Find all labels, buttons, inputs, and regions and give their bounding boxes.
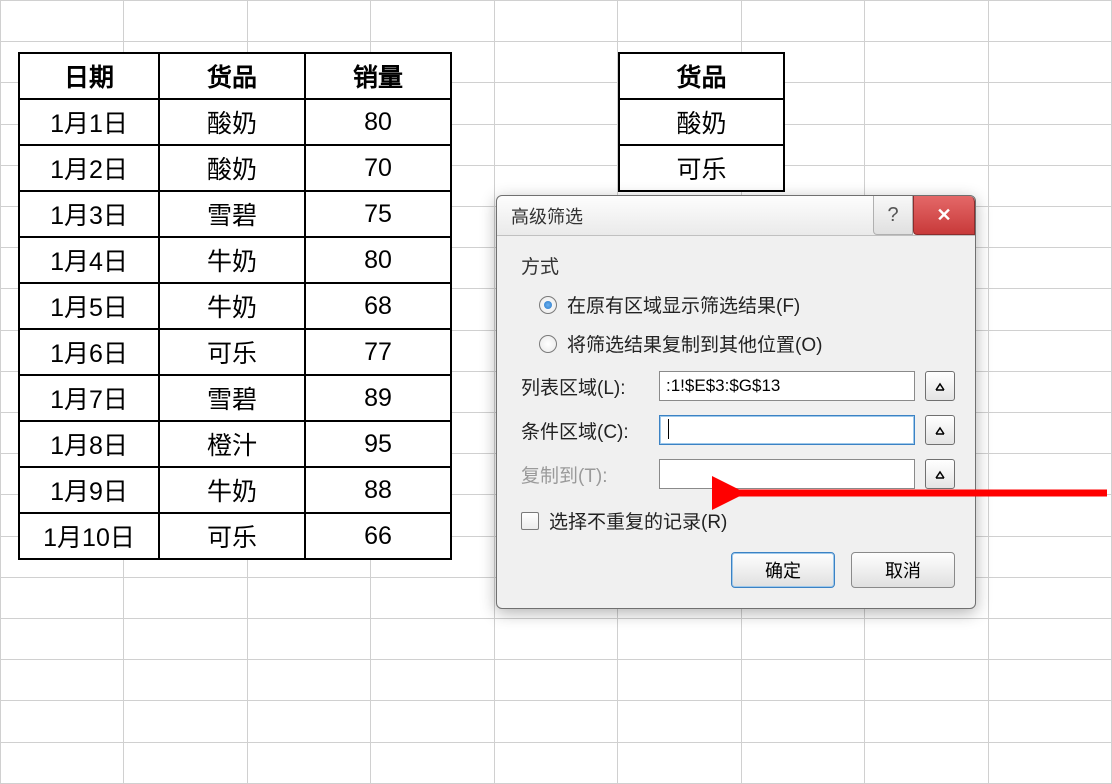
table-cell[interactable]: 95: [305, 421, 451, 467]
table-cell[interactable]: 1月8日: [19, 421, 159, 467]
copy-to-label: 复制到(T):: [521, 461, 649, 488]
list-range-label: 列表区域(L):: [521, 373, 649, 400]
mode-group-label: 方式: [521, 252, 955, 279]
unique-records-checkbox[interactable]: 选择不重复的记录(R): [521, 507, 955, 534]
table-cell[interactable]: 1月2日: [19, 145, 159, 191]
table-row[interactable]: 1月1日酸奶80: [19, 99, 451, 145]
criteria-range-input[interactable]: [659, 415, 915, 445]
table-cell[interactable]: 酸奶: [619, 99, 784, 145]
table-cell[interactable]: 1月7日: [19, 375, 159, 421]
table-cell[interactable]: 1月6日: [19, 329, 159, 375]
table-cell[interactable]: 1月1日: [19, 99, 159, 145]
table-cell[interactable]: 77: [305, 329, 451, 375]
help-icon: ?: [887, 204, 898, 227]
table-cell[interactable]: 雪碧: [159, 191, 305, 237]
copy-to-picker[interactable]: [925, 459, 955, 489]
table-cell[interactable]: 89: [305, 375, 451, 421]
radio-filter-in-place[interactable]: 在原有区域显示筛选结果(F): [539, 291, 955, 318]
radio-copy-to[interactable]: 将筛选结果复制到其他位置(O): [539, 330, 955, 357]
radio-label: 将筛选结果复制到其他位置(O): [567, 330, 822, 357]
copy-to-input: [659, 459, 915, 489]
criteria-header[interactable]: 货品: [619, 53, 784, 99]
table-cell[interactable]: 1月5日: [19, 283, 159, 329]
dialog-titlebar[interactable]: 高级筛选 ? ✕: [497, 196, 975, 236]
table-cell[interactable]: 75: [305, 191, 451, 237]
criteria-range-picker[interactable]: [925, 415, 955, 445]
checkbox-label: 选择不重复的记录(R): [549, 507, 727, 534]
table-cell[interactable]: 1月3日: [19, 191, 159, 237]
table-cell[interactable]: 可乐: [159, 513, 305, 559]
radio-icon: [539, 296, 557, 314]
table-cell[interactable]: 66: [305, 513, 451, 559]
header-item[interactable]: 货品: [159, 53, 305, 99]
collapse-icon: [933, 379, 947, 393]
header-qty[interactable]: 销量: [305, 53, 451, 99]
table-row[interactable]: 1月3日雪碧75: [19, 191, 451, 237]
collapse-icon: [933, 467, 947, 481]
table-row[interactable]: 1月7日雪碧89: [19, 375, 451, 421]
table-cell[interactable]: 68: [305, 283, 451, 329]
table-cell[interactable]: 牛奶: [159, 283, 305, 329]
checkbox-icon: [521, 512, 539, 530]
table-row[interactable]: 1月2日酸奶70: [19, 145, 451, 191]
table-cell[interactable]: 酸奶: [159, 99, 305, 145]
table-row[interactable]: 1月5日牛奶68: [19, 283, 451, 329]
table-row[interactable]: 1月8日橙汁95: [19, 421, 451, 467]
dialog-title: 高级筛选: [511, 203, 583, 229]
table-cell[interactable]: 可乐: [619, 145, 784, 191]
table-cell[interactable]: 可乐: [159, 329, 305, 375]
table-cell[interactable]: 80: [305, 237, 451, 283]
list-range-input[interactable]: [659, 371, 915, 401]
cancel-button[interactable]: 取消: [851, 552, 955, 588]
table-cell[interactable]: 橙汁: [159, 421, 305, 467]
table-cell[interactable]: 牛奶: [159, 237, 305, 283]
ok-button[interactable]: 确定: [731, 552, 835, 588]
table-header-row: 日期 货品 销量: [19, 53, 451, 99]
table-cell[interactable]: 1月9日: [19, 467, 159, 513]
table-row[interactable]: 可乐: [619, 145, 784, 191]
radio-label: 在原有区域显示筛选结果(F): [567, 291, 800, 318]
close-icon: ✕: [936, 205, 951, 226]
data-table[interactable]: 日期 货品 销量 1月1日酸奶801月2日酸奶701月3日雪碧751月4日牛奶8…: [18, 52, 452, 560]
advanced-filter-dialog: 高级筛选 ? ✕ 方式 在原有区域显示筛选结果(F) 将筛选结果复制到其他位置(…: [496, 195, 976, 609]
criteria-table[interactable]: 货品 酸奶可乐: [618, 52, 785, 192]
radio-icon: [539, 335, 557, 353]
help-button[interactable]: ?: [873, 196, 913, 235]
table-cell[interactable]: 88: [305, 467, 451, 513]
table-cell[interactable]: 酸奶: [159, 145, 305, 191]
table-row[interactable]: 1月4日牛奶80: [19, 237, 451, 283]
table-row[interactable]: 酸奶: [619, 99, 784, 145]
table-row[interactable]: 1月10日可乐66: [19, 513, 451, 559]
table-cell[interactable]: 80: [305, 99, 451, 145]
table-cell[interactable]: 牛奶: [159, 467, 305, 513]
table-cell[interactable]: 雪碧: [159, 375, 305, 421]
criteria-range-label: 条件区域(C):: [521, 417, 649, 444]
header-date[interactable]: 日期: [19, 53, 159, 99]
list-range-picker[interactable]: [925, 371, 955, 401]
table-row[interactable]: 1月6日可乐77: [19, 329, 451, 375]
table-cell[interactable]: 1月4日: [19, 237, 159, 283]
table-cell[interactable]: 70: [305, 145, 451, 191]
close-button[interactable]: ✕: [913, 196, 975, 235]
table-row[interactable]: 1月9日牛奶88: [19, 467, 451, 513]
collapse-icon: [933, 423, 947, 437]
table-cell[interactable]: 1月10日: [19, 513, 159, 559]
